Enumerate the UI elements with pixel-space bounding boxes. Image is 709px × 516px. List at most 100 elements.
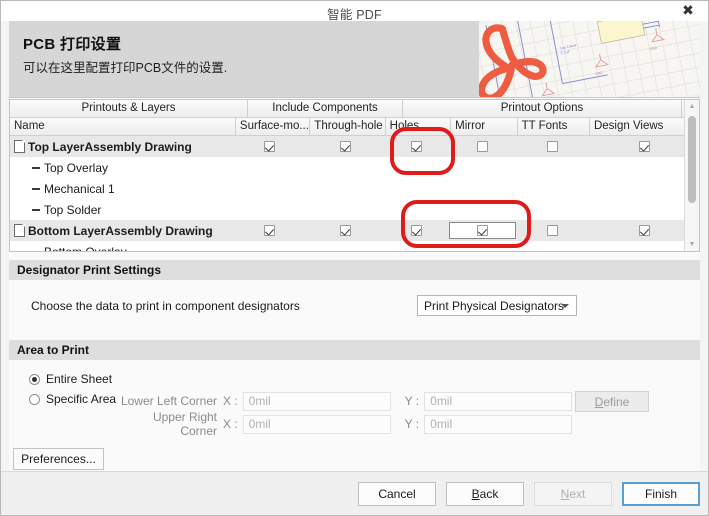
printouts-table: Printouts & Layers Include Components Pr… [9, 99, 700, 252]
column-header-holes[interactable]: Holes [386, 118, 452, 135]
row-name-cell[interactable]: Top LayerAssembly Drawing [10, 136, 232, 157]
scroll-down-arrow-icon[interactable]: ▼ [685, 238, 699, 251]
row-label: Top LayerAssembly Drawing [28, 139, 192, 154]
row-name-cell[interactable]: Top Overlay [10, 157, 238, 178]
layer-dash-icon [32, 166, 40, 169]
table-row[interactable]: Top Solder [10, 199, 699, 220]
smart-pdf-dialog: 智能 PDF ✖ GND GND Cap 100nF C 1uF PCB 打印设… [0, 0, 709, 516]
table-row[interactable]: Top Overlay [10, 157, 699, 178]
checkbox-tt-fonts[interactable] [547, 225, 558, 236]
layer-dash-icon [32, 208, 40, 211]
row-label: Mechanical 1 [44, 181, 115, 196]
upper-right-x-input[interactable]: 0mil [242, 414, 391, 434]
printout-page-icon [14, 224, 25, 237]
radio-specific-area-label: Specific Area [46, 392, 117, 406]
radio-entire-sheet-indicator[interactable] [29, 373, 40, 385]
column-header-name[interactable]: Name [10, 118, 236, 135]
group-header-printouts-layers[interactable]: Printouts & Layers [10, 100, 248, 117]
cell-through-hole[interactable] [307, 220, 383, 241]
column-header-tt-fonts[interactable]: TT Fonts [518, 118, 590, 135]
upper-right-y-input[interactable]: 0mil [424, 414, 573, 434]
page-title: PCB 打印设置 [23, 36, 122, 53]
define-button[interactable]: Define [575, 391, 649, 412]
row-label: Bottom Overlay [44, 244, 127, 252]
column-header-surface-mount[interactable]: Surface-mo... [236, 118, 311, 135]
table-column-header-row: Name Surface-mo... Through-hole Holes Mi… [10, 118, 699, 136]
layer-dash-icon [32, 250, 40, 251]
preferences-area: Preferences... [9, 438, 700, 471]
lower-left-label: Lower Left Corner [120, 394, 217, 408]
define-button-label: efine [603, 394, 630, 409]
radio-entire-sheet[interactable]: Entire Sheet [29, 369, 700, 389]
chevron-down-icon [561, 304, 569, 308]
table-row[interactable]: Top LayerAssembly Drawing [10, 136, 699, 157]
checkbox-surface-mount[interactable] [264, 225, 275, 236]
designator-dropdown-value: Print Physical Designators [424, 298, 565, 313]
row-name-cell[interactable]: Bottom Overlay [10, 241, 238, 252]
designator-section-body: Choose the data to print in component de… [9, 280, 700, 332]
row-name-cell[interactable]: Mechanical 1 [10, 178, 238, 199]
cell-tt-fonts[interactable] [516, 136, 589, 157]
cell-mirror-editing[interactable] [449, 220, 516, 241]
table-row[interactable]: Mechanical 1 [10, 178, 699, 199]
column-header-design-views[interactable]: Design Views [590, 118, 699, 135]
upper-right-corner-row: Upper Right Corner X : 0mil Y : 0mil [113, 410, 573, 438]
designator-label: Choose the data to print in component de… [31, 299, 300, 313]
checkbox-mirror[interactable] [477, 225, 488, 236]
cell-surface-mount[interactable] [232, 136, 307, 157]
define-button-mnemonic: D [594, 394, 604, 409]
scrollbar-thumb[interactable] [688, 116, 696, 203]
upper-right-label: Upper Right Corner [152, 410, 217, 438]
group-header-printout-options[interactable]: Printout Options [403, 100, 682, 117]
section-header-area-to-print: Area to Print [9, 340, 700, 360]
checkbox-holes[interactable] [410, 141, 422, 152]
table-row[interactable]: Bottom Overlay [10, 241, 699, 252]
checkbox-through-hole[interactable] [339, 141, 351, 152]
cell-surface-mount[interactable] [232, 220, 307, 241]
checkbox-tt-fonts[interactable] [547, 141, 558, 152]
table-row[interactable]: Bottom LayerAssembly Drawing [10, 220, 699, 241]
next-button[interactable]: Next [534, 481, 612, 506]
scroll-up-arrow-icon[interactable]: ▲ [685, 100, 699, 113]
checkbox-through-hole[interactable] [339, 225, 351, 236]
designator-dropdown[interactable]: Print Physical Designators [417, 295, 577, 316]
area-section-body: Entire Sheet Specific Area Lower Left Co… [9, 360, 700, 438]
cell-tt-fonts[interactable] [516, 220, 589, 241]
row-label: Top Overlay [44, 160, 109, 175]
designator-row: Choose the data to print in component de… [9, 280, 700, 332]
upper-right-y-label: Y : [404, 417, 420, 431]
cell-through-hole[interactable] [307, 136, 383, 157]
checkbox-holes[interactable] [410, 225, 422, 236]
section-header-designator: Designator Print Settings [9, 260, 700, 280]
column-header-through-hole[interactable]: Through-hole [310, 118, 386, 135]
cell-design-views[interactable] [589, 136, 699, 157]
mirror-cell-editor[interactable] [449, 222, 516, 239]
dialog-footer: Cancel Back Next Finish [1, 471, 708, 515]
title-bar: 智能 PDF ✖ [1, 1, 708, 22]
preferences-button[interactable]: Preferences... [13, 448, 104, 470]
layer-dash-icon [32, 187, 40, 190]
cell-mirror[interactable] [449, 136, 516, 157]
cell-holes[interactable] [383, 220, 449, 241]
group-header-include-components[interactable]: Include Components [248, 100, 403, 117]
column-header-mirror[interactable]: Mirror [451, 118, 518, 135]
checkbox-design-views[interactable] [638, 225, 650, 236]
wizard-banner: GND GND GND VCC3V3 Cap 100nF C 1uF [9, 21, 700, 98]
radio-specific-area-indicator[interactable] [29, 393, 40, 405]
table-scrollbar[interactable]: ▲ ▼ [684, 100, 699, 251]
lower-left-y-input[interactable]: 0mil [424, 391, 573, 411]
back-button[interactable]: Back [446, 481, 524, 506]
checkbox-mirror[interactable] [477, 141, 488, 152]
close-icon[interactable]: ✖ [679, 2, 697, 19]
row-name-cell[interactable]: Bottom LayerAssembly Drawing [10, 220, 232, 241]
cancel-button[interactable]: Cancel [358, 481, 436, 506]
page-subtitle: 可以在这里配置打印PCB文件的设置. [23, 61, 228, 75]
dialog-content: Printouts & Layers Include Components Pr… [9, 98, 700, 471]
lower-left-x-input[interactable]: 0mil [242, 391, 391, 411]
cell-holes[interactable] [383, 136, 449, 157]
checkbox-design-views[interactable] [638, 141, 650, 152]
cell-design-views[interactable] [589, 220, 699, 241]
checkbox-surface-mount[interactable] [264, 141, 275, 152]
row-name-cell[interactable]: Top Solder [10, 199, 238, 220]
finish-button[interactable]: Finish [622, 481, 700, 506]
